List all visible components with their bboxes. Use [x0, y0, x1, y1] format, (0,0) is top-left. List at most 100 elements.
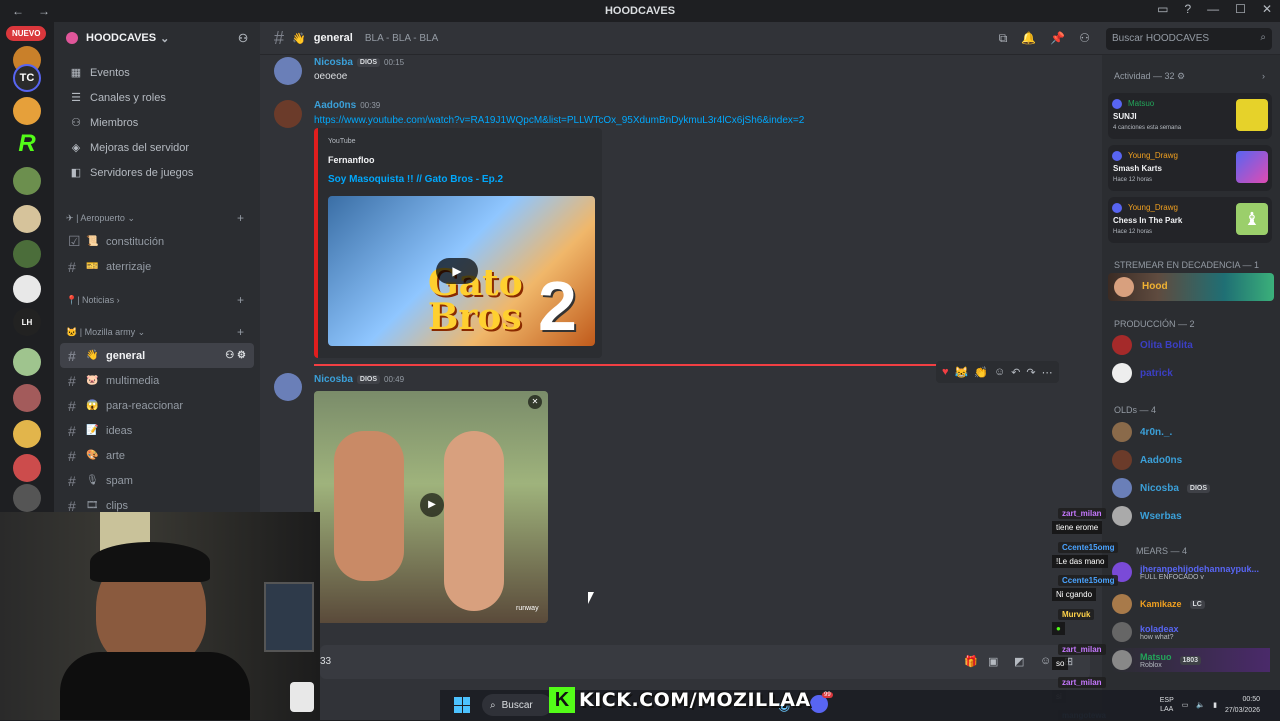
channel-settings-icons[interactable]: ⚇ ⚙ — [225, 350, 246, 361]
invite-icon[interactable]: ⚇ — [238, 32, 248, 45]
channel-para-reaccionar[interactable]: # 😱 para-reaccionar — [60, 393, 254, 418]
server-header[interactable]: HOODCAVES ⌄ ⚇ — [54, 22, 260, 54]
forward-icon[interactable]: ↷ — [1026, 366, 1035, 379]
cat-reaction-icon[interactable]: 😹 — [955, 366, 969, 379]
video-attachment[interactable]: ▶ ✕ runway — [314, 391, 548, 623]
menu-events[interactable]: ▦ Eventos — [54, 60, 260, 85]
avatar[interactable] — [274, 373, 302, 401]
activity-card[interactable]: Young_Drawg Smash Karts Hace 12 horas — [1108, 145, 1272, 191]
server-icon[interactable] — [13, 205, 41, 233]
add-reaction-icon[interactable]: ☺ — [994, 366, 1005, 378]
forward-arrow-icon[interactable]: → — [38, 4, 50, 18]
inbox-icon[interactable]: ▭ — [1157, 2, 1168, 16]
video-watermark: runway — [516, 605, 539, 612]
language-indicator[interactable]: ESP LAA — [1160, 696, 1174, 714]
member-item[interactable]: patrick — [1112, 361, 1173, 385]
channel-spam[interactable]: # 🎙 spam — [60, 468, 254, 493]
new-badge[interactable]: NUEVO — [6, 26, 47, 41]
battery-icon[interactable]: ▮ — [1213, 701, 1217, 709]
embed-title[interactable]: Soy Masoquista !! // Gato Bros - Ep.2 — [328, 174, 503, 185]
chevron-right-icon[interactable]: › — [1262, 71, 1265, 81]
sticker-icon[interactable]: ◩ — [1014, 655, 1024, 668]
video-thumbnail[interactable]: Gato Bros 2 ▶ — [328, 196, 595, 346]
gift-icon[interactable]: 🎁 — [964, 655, 978, 668]
server-icon[interactable] — [13, 97, 41, 125]
channel-ideas[interactable]: # 📝 ideas — [60, 418, 254, 443]
bell-icon[interactable]: 🔔 — [1021, 31, 1036, 46]
menu-channels-roles[interactable]: ☰ Canales y roles — [54, 85, 260, 110]
menu-boosts[interactable]: ◈ Mejoras del servidor — [54, 135, 260, 160]
play-icon[interactable]: ▶ — [420, 493, 444, 517]
member-item[interactable]: jheranpehijodehannaypuk... FULL ENFOCADO … — [1112, 560, 1259, 584]
activity-card[interactable]: Matsuo SUNJI 4 canciones esta semana — [1108, 93, 1272, 139]
embed-author[interactable]: Fernanfloo — [328, 155, 375, 165]
message-link[interactable]: https://www.youtube.com/watch?v=RA19J1WQ… — [314, 115, 804, 126]
add-channel-icon[interactable]: + — [237, 211, 244, 225]
member-item[interactable]: Aado0ns — [1112, 448, 1182, 472]
maximize-icon[interactable]: ☐ — [1235, 2, 1246, 16]
windows-start-icon[interactable] — [454, 697, 470, 713]
play-icon[interactable]: ▶ — [436, 258, 478, 284]
member-list-icon[interactable]: ⚇ — [1079, 31, 1090, 46]
channel-general[interactable]: # 👋 general ⚇ ⚙ — [60, 343, 254, 368]
channel-arte[interactable]: # 🎨 arte — [60, 443, 254, 468]
minimize-icon[interactable]: — — [1207, 2, 1219, 16]
activity-card[interactable]: Young_Drawg Chess In The Park Hace 12 ho… — [1108, 197, 1272, 243]
channel-multimedia[interactable]: # 🐷 multimedia — [60, 368, 254, 393]
clap-reaction-icon[interactable]: 👏 — [974, 366, 988, 379]
more-icon[interactable]: ⋯ — [1042, 366, 1053, 379]
server-folder[interactable] — [13, 167, 41, 195]
category-aeropuerto[interactable]: ✈ | Aeropuerto ⌄ + — [54, 207, 260, 229]
member-item[interactable]: Nicosba DIOS — [1112, 476, 1211, 500]
channel-aterrizaje[interactable]: # 🎫 aterrizaje — [60, 254, 254, 279]
category-mozilla[interactable]: 🐱 | Mozilla army ⌄ + — [54, 321, 260, 343]
monitor-icon[interactable]: ▭ — [1182, 701, 1189, 709]
category-noticias[interactable]: 📍 | Noticias › + — [54, 289, 260, 311]
server-icon[interactable] — [13, 275, 41, 303]
add-channel-icon[interactable]: + — [237, 293, 244, 307]
threads-icon[interactable]: ⧉ — [999, 31, 1008, 46]
avatar[interactable] — [274, 57, 302, 85]
message-author[interactable]: Nicosba DIOS 00:49 — [314, 374, 404, 385]
member-item[interactable]: koladeax how what? — [1112, 620, 1179, 644]
add-channel-icon[interactable]: + — [237, 325, 244, 339]
streaming-member[interactable]: Hood — [1108, 273, 1274, 301]
member-item[interactable]: Wserbas — [1112, 504, 1182, 528]
pin-icon[interactable]: 📌 — [1050, 31, 1065, 46]
member-item[interactable]: Olita Bolita — [1112, 333, 1193, 357]
server-icon[interactable] — [13, 348, 41, 376]
heart-reaction-icon[interactable]: ♥ — [942, 366, 949, 378]
server-icon[interactable] — [13, 420, 41, 448]
message-actions: ♥ 😹 👏 ☺ ↶ ↷ ⋯ — [936, 361, 1059, 383]
activity-header[interactable]: Actividad — 32 ⚙ › — [1114, 71, 1265, 82]
menu-members[interactable]: ⚇ Miembros — [54, 110, 260, 135]
member-item[interactable]: 4r0n._. — [1112, 420, 1172, 444]
server-icon-lh[interactable]: LH — [13, 308, 41, 336]
help-icon[interactable]: ? — [1184, 2, 1191, 16]
server-icon[interactable] — [13, 484, 41, 512]
close-icon[interactable]: ✕ — [1262, 2, 1272, 16]
message-input[interactable]: 33 🎁 ▣ ◩ ☺ ⊞ — [320, 645, 1090, 679]
taskbar-search[interactable]: ⌕ Buscar — [482, 694, 552, 716]
emoji-icon[interactable]: ☺ — [1040, 655, 1051, 667]
channel-constitucion[interactable]: ☑ 📜 constitución — [60, 229, 254, 254]
back-arrow-icon[interactable]: ← — [12, 4, 24, 18]
reply-icon[interactable]: ↶ — [1011, 366, 1020, 379]
volume-icon[interactable]: 🔈 — [1196, 701, 1205, 709]
member-item[interactable]: Kamikaze LC — [1112, 592, 1205, 616]
gif-icon[interactable]: ▣ — [988, 655, 998, 668]
server-icon[interactable] — [13, 454, 41, 482]
server-folder[interactable] — [13, 240, 41, 268]
server-icon-tc[interactable]: TC — [13, 64, 41, 92]
menu-game-servers[interactable]: ◧ Servidores de juegos — [54, 160, 260, 185]
clock[interactable]: 00:50 27/03/2026 — [1225, 694, 1260, 716]
timestamp: 00:49 — [384, 375, 405, 384]
message-author[interactable]: Aado0ns 00:39 — [314, 100, 380, 111]
avatar[interactable] — [274, 100, 302, 128]
member-item[interactable]: Matsuo Roblox 1803 — [1112, 648, 1270, 672]
server-icon-r[interactable]: R — [13, 130, 41, 158]
search-input[interactable]: Buscar HOODCAVES ⌕ — [1106, 28, 1272, 50]
message-author[interactable]: Nicosba DIOS 00:15 — [314, 57, 404, 68]
server-folder[interactable] — [13, 384, 41, 412]
remove-embed-icon[interactable]: ✕ — [528, 395, 542, 409]
